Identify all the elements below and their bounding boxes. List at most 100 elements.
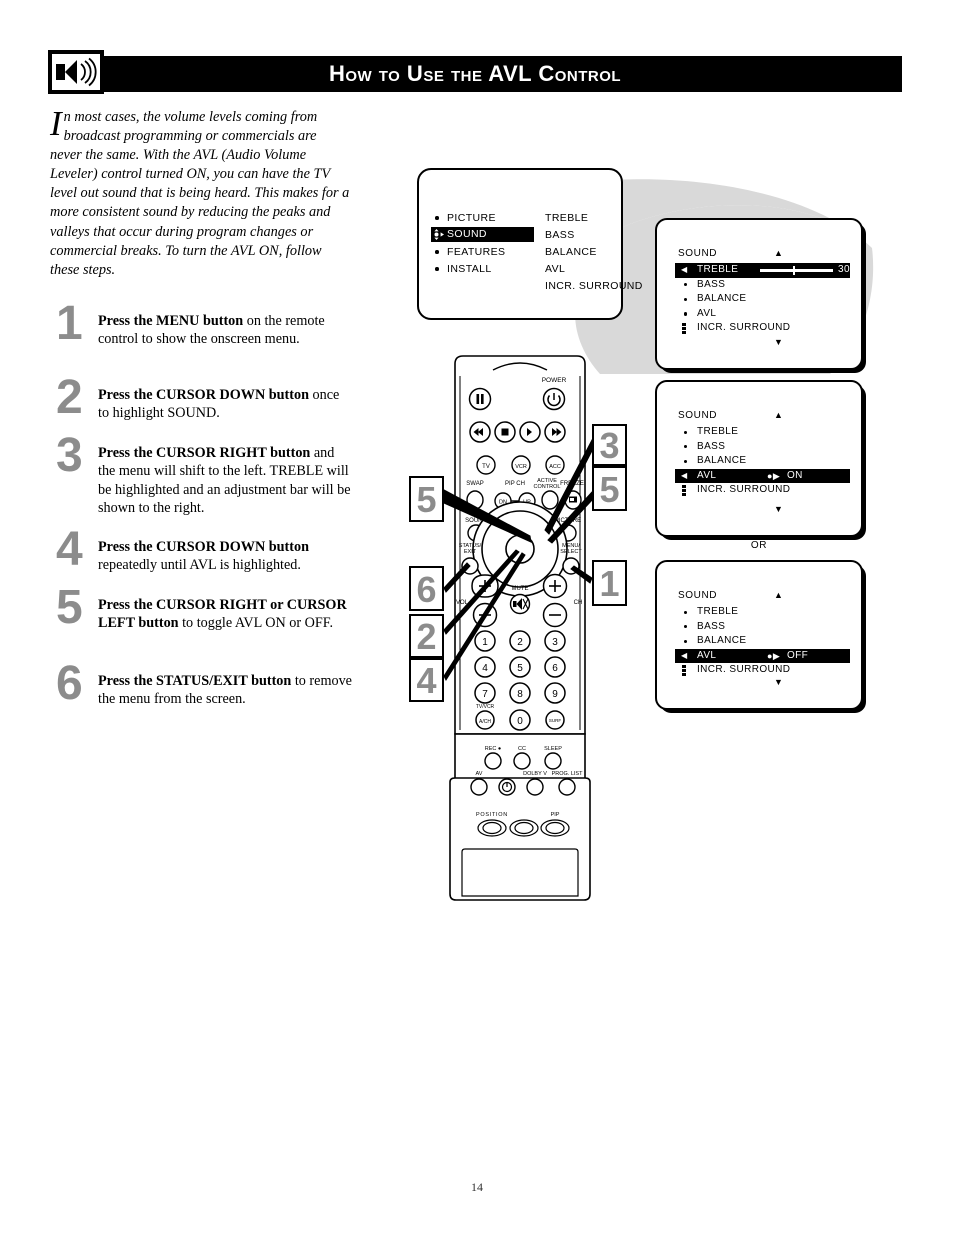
callout-box-step-1-right: 1 [592,560,627,606]
tv-submenu-item-avl[interactable]: AVL [545,261,565,278]
scroll-up-arrow-icon[interactable]: ▲ [774,410,783,420]
callout-box-step-6-left: 6 [409,566,444,611]
nav-cursor-icon [432,228,445,241]
tv-menu-item-install[interactable]: INSTALL [447,261,543,278]
osd-row-treble[interactable]: TREBLE [675,425,850,440]
scroll-down-arrow-icon[interactable]: ▼ [774,505,783,514]
osd-item-list: ◀ TREBLE 30 BASS BALANCE AVL INCR. SURRO… [675,263,850,336]
tv-submenu-item-bass[interactable]: BASS [545,227,575,244]
osd-label: INCR. SURROUND [697,484,791,496]
bullet-icon [435,267,439,271]
tv-menu-item-sound[interactable]: SOUND [447,226,543,243]
svg-text:7: 7 [482,689,488,700]
svg-text:CONTROL: CONTROL [534,484,561,490]
scroll-up-arrow-icon[interactable]: ▲ [774,590,783,600]
tv-menu-row[interactable]: INSTALL AVL [435,261,620,278]
osd-title: SOUND [678,248,718,259]
svg-text:REC ●: REC ● [485,746,501,752]
bullet-icon [684,297,688,302]
step-text: Press the CURSOR DOWN button repeatedly … [98,538,352,575]
osd-row-treble[interactable]: ◀ TREBLE 30 [675,263,850,278]
avl-value: OFF [787,649,809,661]
osd-row-bass[interactable]: BASS [675,278,850,293]
remote-power-label: POWER [542,377,567,384]
svg-text:SWAP: SWAP [466,481,483,487]
osd-row-avl[interactable]: ◀ AVL ●▶ OFF [675,648,850,664]
step-item: 4 Press the CURSOR DOWN button repeatedl… [50,526,352,580]
svg-text:SURF: SURF [549,718,562,723]
scroll-up-arrow-icon[interactable]: ▲ [774,248,783,258]
slider-knob[interactable] [793,266,795,275]
tv-menu-row[interactable]: SOUND BASS [431,227,620,244]
tv-menu-item-picture[interactable]: PICTURE [447,210,543,227]
osd-row-incr-surround[interactable]: INCR. SURROUND [675,663,850,678]
callout-box-step-4-left: 4 [409,658,444,702]
bullet-icon [684,610,688,614]
tv-submenu-item-treble[interactable]: TREBLE [545,210,588,227]
step-bold: Press the MENU button [98,313,244,329]
svg-text:AV: AV [476,771,483,777]
tv-onscreen-menu: PICTURE TREBLE SOUND BASS FEATURES BALAN… [417,168,642,320]
or-separator-label: OR [750,540,768,551]
osd-label: BASS [697,620,726,632]
osd-row-incr-surround[interactable]: INCR. SURROUND [675,321,850,336]
bullet-icon [684,430,688,434]
svg-text:POSITION: POSITION [476,812,508,818]
step-item: 1 Press the MENU button on the remote co… [50,300,352,370]
step-bold: Press the CURSOR RIGHT button [98,445,311,461]
tv-menu-row[interactable]: PICTURE TREBLE [435,210,620,227]
intro-dropcap: I [50,104,62,143]
page-header-bar: How to Use the AVL Control [48,56,902,92]
treble-slider[interactable] [760,266,833,275]
osd-item-list: TREBLE BASS BALANCE ◀ AVL ●▶ ON INCR. SU… [675,425,850,498]
scroll-indicator-icon [682,323,686,335]
scroll-indicator-icon [682,665,686,677]
osd-row-avl[interactable]: AVL [675,307,850,322]
svg-text:VOL: VOL [456,600,469,606]
scroll-down-arrow-icon[interactable]: ▼ [774,338,783,347]
scroll-indicator-icon [682,485,686,497]
callout-box-step-3-right: 3 [592,424,627,466]
osd-label: BALANCE [697,293,747,305]
svg-text:9: 9 [552,689,558,700]
page-title: How to Use the AVL Control [328,61,622,86]
osd-label: BALANCE [697,455,747,467]
osd-row-bass[interactable]: BASS [675,440,850,455]
tv-submenu-item-incr-surround[interactable]: INCR. SURROUND [545,278,643,295]
scroll-down-arrow-icon[interactable]: ▼ [774,678,783,687]
tv-submenu-item-balance[interactable]: BALANCE [545,244,597,261]
bullet-icon [684,639,688,644]
osd-row-avl[interactable]: ◀ AVL ●▶ ON [675,468,850,484]
intro-text: n most cases, the volume levels coming f… [50,109,350,278]
tv-menu-row[interactable]: INCR. SURROUND [435,278,642,295]
toggle-arrows-icon: ●▶ [767,470,781,481]
step-number: 4 [56,523,83,576]
tv-menu-row[interactable]: FEATURES BALANCE [435,244,620,261]
bullet-icon [684,283,688,287]
osd-label: TREBLE [697,606,739,617]
left-arrow-icon: ◀ [681,470,688,480]
svg-text:PROG. LIST: PROG. LIST [552,771,584,777]
osd-label: BASS [697,440,726,452]
step-item: 3 Press the CURSOR RIGHT button and the … [50,432,352,522]
steps-list: 1 Press the MENU button on the remote co… [50,300,352,730]
svg-text:PIP: PIP [551,812,560,818]
osd-row-balance[interactable]: BALANCE [675,634,850,649]
osd-row-balance[interactable]: BALANCE [675,454,850,469]
step-bold: Press the CURSOR DOWN button [98,387,309,403]
osd-row-balance[interactable]: BALANCE [675,292,850,307]
tv-menu-columns: PICTURE TREBLE SOUND BASS FEATURES BALAN… [431,210,642,295]
tv-menu-selection-highlight: SOUND [431,227,534,242]
svg-text:ACC: ACC [549,464,561,470]
osd-row-bass[interactable]: BASS [675,620,850,635]
step-item: 2 Press the CURSOR DOWN button once to h… [50,374,352,428]
svg-text:4: 4 [482,663,488,674]
step-text: Press the STATUS/EXIT button to remove t… [98,672,352,709]
avl-value: ON [787,469,803,481]
osd-panel-avl-on: SOUND ▲ TREBLE BASS BALANCE ◀ AVL ●▶ ON … [655,380,863,537]
osd-row-incr-surround[interactable]: INCR. SURROUND [675,483,850,498]
tv-menu-item-features[interactable]: FEATURES [447,244,543,261]
osd-label: INCR. SURROUND [697,664,791,676]
svg-text:5: 5 [517,663,523,674]
osd-row-treble[interactable]: TREBLE [675,605,850,620]
